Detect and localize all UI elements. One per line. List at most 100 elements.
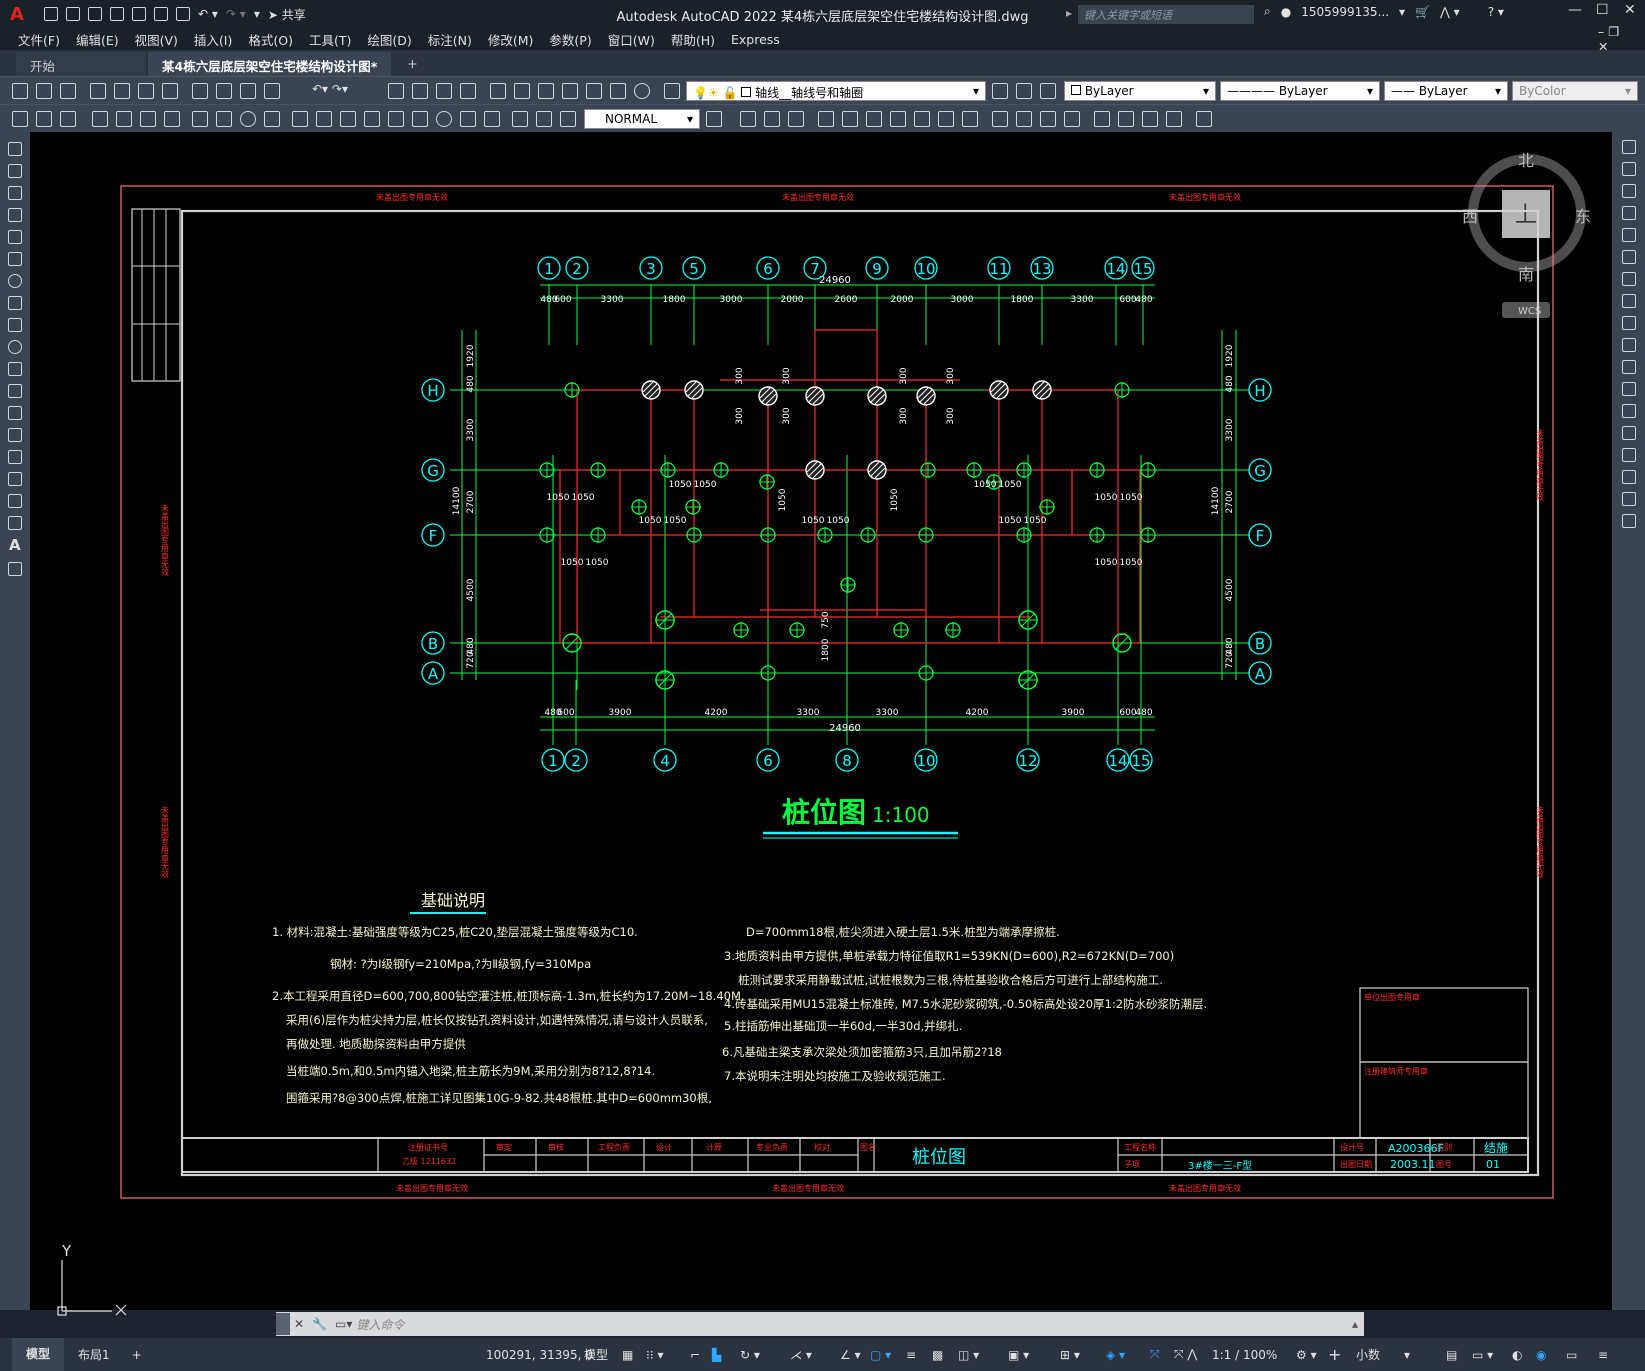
quick-properties-icon[interactable]: ▤ [1446,1348,1457,1362]
infer-icon[interactable]: ⌐ [690,1348,700,1362]
tb-proj-label: 工程名称 [1124,1142,1156,1152]
notes-left: 1. 材料:混凝土:基础强度等级为C25,桩C20,垫层混凝土强度等级为C10.… [272,925,745,1105]
binding-strip-grid [132,209,180,381]
selection-filter-icon[interactable]: ◈ ▾ [1106,1348,1125,1362]
viewcube-north[interactable]: 北 [1518,151,1534,170]
axis-label-bottom: 12 [1018,752,1037,770]
dim-text-top: 600 [1119,295,1136,305]
polar-icon[interactable]: ↻ ▾ [740,1348,760,1362]
clean-screen-icon[interactable]: ▭ [1566,1348,1577,1362]
axis-label-bottom: 15 [1131,752,1150,770]
selection-cycling-icon[interactable]: ◫ ▾ [958,1348,979,1362]
tb-no-label: 设计号 [1340,1142,1364,1152]
dim-text-top: 2000 [891,295,914,305]
layout-tab-model[interactable]: 模型 [12,1338,65,1371]
tb-col: 计算 [706,1142,722,1152]
pile-spacing-label: 300 [946,367,956,384]
annotation-monitor-icon[interactable]: + [1328,1345,1341,1364]
hardware-acceleration-icon[interactable]: ◉ [1536,1348,1546,1362]
pile-spacing-label: 1050 [669,480,692,490]
dim-text: 750 [821,611,831,628]
stamp-text: 未盖出图专用章无效 [1169,192,1241,202]
axis-label-bottom: 14 [1108,752,1127,770]
pile-spacing-label: 1050 [1095,493,1118,503]
viewcube-east[interactable]: 东 [1575,207,1591,226]
layout-tab-add[interactable]: + [124,1348,150,1362]
cmd-history-icon[interactable]: ▴ [1352,1317,1364,1331]
note-line: 4.砖基础采用MU15混凝土标准砖, M7.5水泥砂浆砌筑,-0.50标高处设2… [724,997,1207,1011]
cmd-close-icon[interactable]: ✕ [290,1317,308,1331]
coordinate-readout[interactable]: 100291, 31395, 0 [486,1348,593,1362]
isodraft-icon[interactable]: ⋌ ▾ [790,1348,812,1362]
dim-text-bottom: 480 [1135,708,1152,718]
drawing-svg: 上 北 南 东 西 WCS 未盖出图专用章无效 未盖出图专用章无效 未盖出图专用… [57,151,1591,1316]
dim-text-bottom: 3300 [797,708,820,718]
viewcube-south[interactable]: 南 [1518,265,1534,284]
layout-tab-1[interactable]: 布局1 [64,1346,124,1363]
axis-label-top: 10 [916,260,935,278]
pile-spacing-label: 1050 [974,480,997,490]
model-space-button[interactable]: 模型 [584,1346,608,1363]
dim-text: 1800 [821,638,831,661]
workspace-icon[interactable]: ⚙ ▾ [1296,1348,1317,1362]
axis-label-top: 3 [646,260,656,278]
lineweight-icon[interactable]: ≡ [906,1348,916,1362]
stamp-text: 未盖出图专用章无效 [1536,428,1545,502]
viewcube[interactable]: 上 北 南 东 西 WCS [1462,151,1591,318]
isolate-objects-icon[interactable]: ◐ [1512,1348,1522,1362]
viewcube-west[interactable]: 西 [1462,207,1478,226]
tb-num-label: 图号 [1436,1160,1452,1169]
dim-text-top: 600 [554,295,571,305]
dim-text-left: 480 [466,375,476,392]
tb-col: 校对 [814,1142,830,1152]
units-dropdown[interactable]: 小数 [1356,1346,1380,1363]
total-dim-bottom: 24960 [829,723,861,734]
osnap-icon[interactable]: ▢ ▾ [870,1348,891,1362]
pile-spacing-label: 1050 [890,488,900,511]
snap-icon[interactable]: ⁝⁝ ▾ [646,1348,663,1362]
customization-icon[interactable]: ≡ [1598,1348,1608,1362]
tb-dwg-label: 图名 [860,1142,876,1152]
axis-label-row: G [427,462,439,480]
command-input[interactable]: 键入命令 [356,1316,404,1333]
note-line: 围箍采用?8@300点焊,桩施工详见图集10G-9-82.共48根桩.其中D=6… [286,1091,712,1105]
annotation-scale[interactable]: 1:1 / 100% [1212,1348,1277,1362]
viewcube-top[interactable]: 上 [1515,203,1537,228]
ortho-icon[interactable]: ▙ [712,1348,721,1362]
cert-label: 乙级 1211632 [402,1156,456,1166]
3d-osnap-icon[interactable]: ▣ ▾ [1008,1348,1029,1362]
cmd-grip-icon[interactable] [276,1313,290,1335]
transparency-icon[interactable]: ▩ [932,1348,943,1362]
axis-label-bottom: 2 [571,752,581,770]
stamp-text: 未盖出图专用章无效 [161,805,170,879]
dim-text-right: 480 [1225,375,1235,392]
dynamic-ucs-icon[interactable]: ⊞ ▾ [1060,1348,1080,1362]
pile-spacing-label: 300 [899,407,909,424]
osnap-tracking-icon[interactable]: ∠ ▾ [840,1348,861,1362]
dim-text-right: 14100 [1211,486,1221,515]
dim-text-bottom: 600 [1119,708,1136,718]
annotation-visibility-icon[interactable]: ⤧ ⋀ [1174,1347,1197,1362]
units-chevron-icon[interactable]: ▾ [1404,1348,1410,1362]
pile-plan: 2496024960480600 3300 1800 3000 2000 2600 2000… [421,256,1272,772]
cmd-customize-icon[interactable]: 🔧 [308,1317,331,1331]
grid-icon[interactable]: ▦ [622,1348,633,1362]
pile-spacing-label: 1050 [694,480,717,490]
gizmo-icon[interactable]: ⤧ [1150,1347,1160,1362]
axis-label-top: 2 [572,260,582,278]
axis-label-row: F [1256,527,1265,545]
dim-text-top: 1800 [663,295,686,305]
note-line: 当桩端0.5m,和0.5m内锚入地梁,桩主筋长为9M,采用分别为8?12,8?1… [286,1064,655,1078]
note-line: 1. 材料:混凝土:基础强度等级为C25,桩C20,垫层混凝土强度等级为C10. [272,925,638,939]
lock-ui-icon[interactable]: ▭ ▾ [1472,1348,1493,1362]
cmd-recent-icon[interactable]: ▭▾ [331,1317,356,1331]
drawing-title: 桩位图 [782,796,866,829]
command-line[interactable]: ✕ 🔧 ▭▾ 键入命令 ▴ [276,1312,1364,1336]
pile-spacing-label: 1050 [1120,558,1143,568]
ucs-y-label: Y [61,1242,72,1260]
pile-spacing-label: 1050 [586,558,609,568]
pile-spacing-label: 1050 [572,493,595,503]
binding-strip [131,208,181,382]
axis-label-bottom: 4 [660,752,670,770]
axis-label-row: A [1255,665,1266,683]
